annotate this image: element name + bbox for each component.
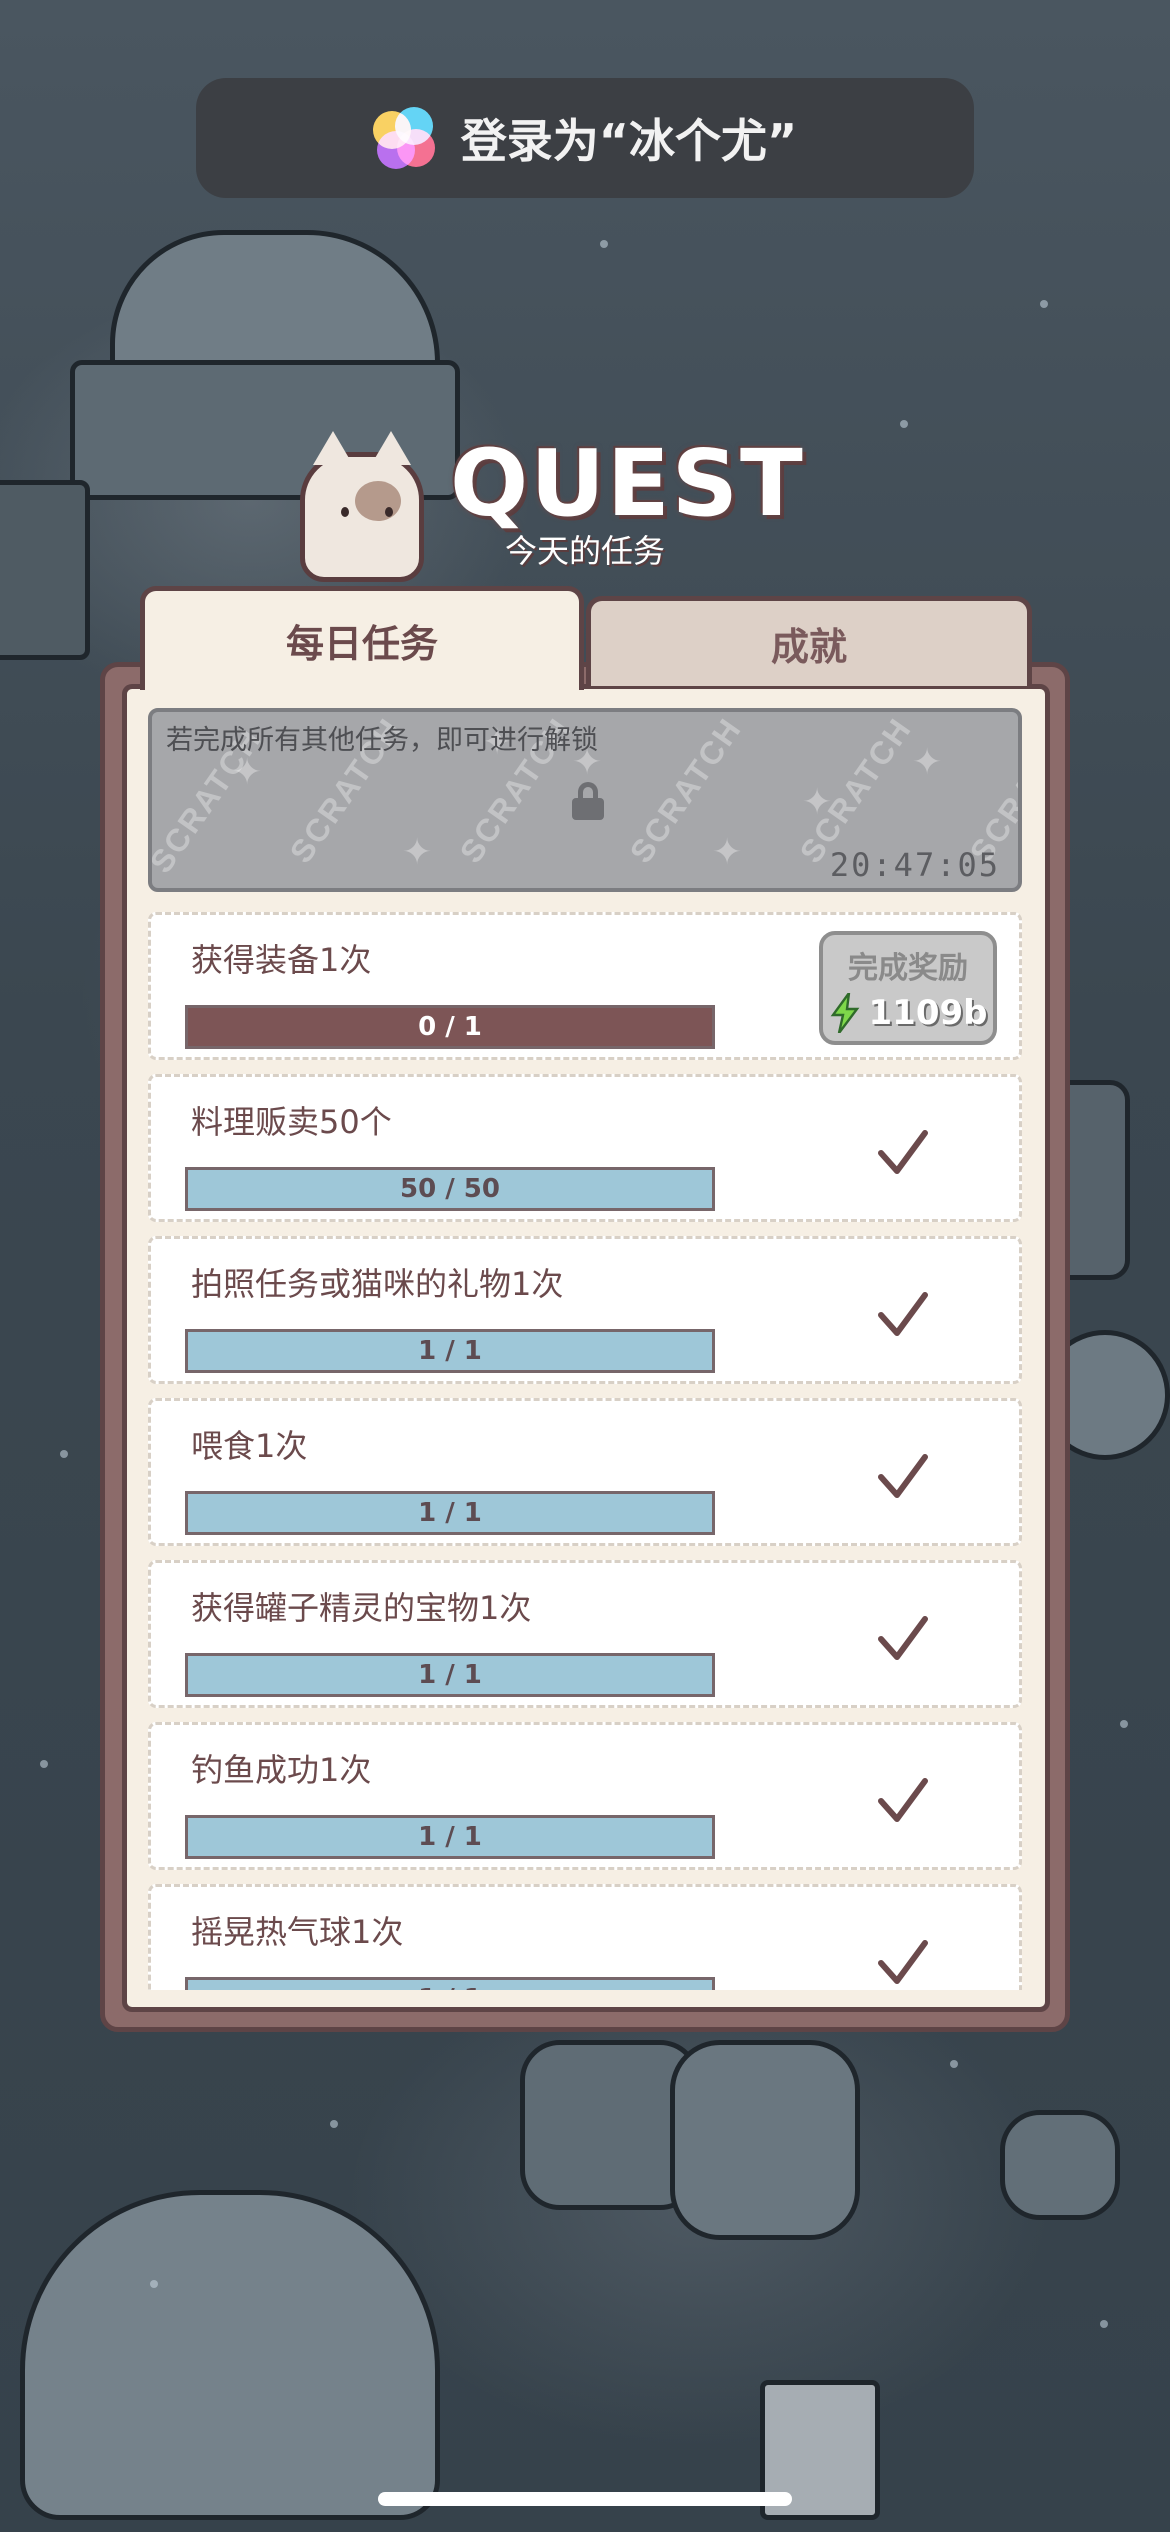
game-center-icon: [372, 107, 435, 169]
task-row: 料理贩卖50个 50 / 50: [148, 1074, 1022, 1222]
tab-daily-tasks[interactable]: 每日任务: [140, 586, 584, 690]
task-label: 钓鱼成功1次: [191, 1751, 372, 1789]
login-toast-text: 登录为“冰个尤”: [460, 114, 798, 168]
task-label: 拍照任务或猫咪的礼物1次: [191, 1265, 564, 1303]
task-progress-bar: 1 / 1: [185, 1491, 715, 1535]
task-row: 钓鱼成功1次 1 / 1: [148, 1722, 1022, 1870]
lock-icon: [570, 782, 606, 822]
home-indicator[interactable]: [378, 2492, 792, 2506]
checkmark-icon: [875, 1611, 931, 1667]
checkmark-icon: [875, 1287, 931, 1343]
task-row: 摇晃热气球1次 1 / 1: [148, 1884, 1022, 1990]
task-label: 喂食1次: [191, 1427, 308, 1465]
checkmark-icon: [875, 1125, 931, 1181]
locked-card-hint: 若完成所有其他任务，即可进行解锁: [166, 725, 598, 756]
task-progress-bar: 1 / 1: [185, 1977, 715, 1990]
task-row: 获得装备1次 0 / 1 完成奖励 1109b: [148, 912, 1022, 1060]
task-progress-bar: 50 / 50: [185, 1167, 715, 1211]
reward-button-label: 完成奖励: [848, 951, 968, 986]
task-label: 摇晃热气球1次: [191, 1913, 404, 1951]
countdown-timer: 20:47:05: [829, 846, 1000, 884]
cat-mascot-image: [300, 431, 424, 582]
quest-title: QUEST: [450, 430, 805, 537]
reward-amount: 1109b: [868, 993, 988, 1033]
lightning-icon: [830, 993, 859, 1033]
claim-reward-button[interactable]: 完成奖励 1109b: [819, 931, 997, 1045]
checkmark-icon: [875, 1773, 931, 1829]
checkmark-icon: [875, 1449, 931, 1505]
daily-task-list[interactable]: 获得装备1次 0 / 1 完成奖励 1109b 料理贩卖50个 50 / 50 …: [148, 912, 1022, 1990]
task-progress-bar: 1 / 1: [185, 1329, 715, 1373]
task-label: 获得罐子精灵的宝物1次: [191, 1589, 532, 1627]
task-row: 拍照任务或猫咪的礼物1次 1 / 1: [148, 1236, 1022, 1384]
task-label: 料理贩卖50个: [191, 1103, 392, 1141]
task-row: 喂食1次 1 / 1: [148, 1398, 1022, 1546]
task-progress-bar: 1 / 1: [185, 1653, 715, 1697]
task-progress-bar: 1 / 1: [185, 1815, 715, 1859]
game-center-login-toast: 登录为“冰个尤”: [196, 78, 974, 198]
quest-subtitle: 今天的任务: [504, 532, 665, 570]
task-label: 获得装备1次: [191, 941, 372, 979]
tab-achievements[interactable]: 成就: [586, 596, 1032, 686]
locked-bonus-card: SCRATCH SCRATCH SCRATCH SCRATCH SCRATCH …: [148, 708, 1022, 892]
task-progress-bar: 0 / 1: [185, 1005, 715, 1049]
task-row: 获得罐子精灵的宝物1次 1 / 1: [148, 1560, 1022, 1708]
checkmark-icon: [875, 1935, 931, 1990]
